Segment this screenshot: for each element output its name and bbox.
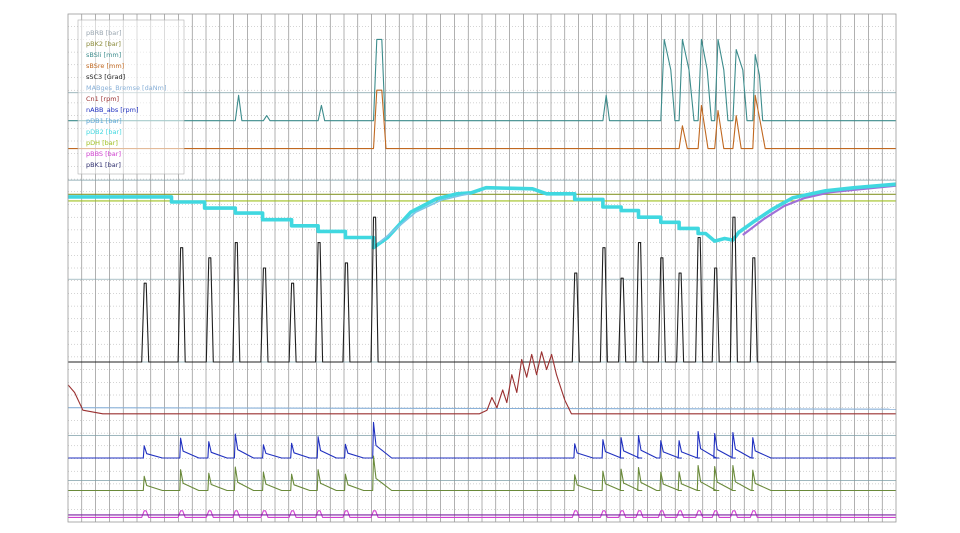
legend-entry: pDB1 [bar] [86,117,122,125]
legend-entry: pDB2 [bar] [86,128,122,136]
legend-entry: pBRB [bar] [86,29,121,37]
legend-entry: sBSre [mm] [86,62,124,70]
legend-entry: pBK1 [bar] [86,161,121,169]
legend-entry: sSC3 [Grad] [86,73,125,81]
legend: pBRB [bar] pBK2 [bar] sBSli [mm] sBSre [… [77,19,185,175]
legend-entry: pDH [bar] [86,139,118,147]
legend-entry: sBSli [mm] [86,51,121,59]
legend-entry: pBBS [bar] [86,150,121,158]
legend-entry: pBK2 [bar] [86,40,121,48]
chart: pBRB [bar] pBK2 [bar] sBSli [mm] sBSre [… [67,13,897,523]
legend-entry: nABB_abs [rpm] [86,106,139,114]
legend-entry: MABges_Bremse [daNm] [86,84,166,92]
legend-entry: Cn1 [rpm] [86,95,119,103]
grid [68,14,896,522]
